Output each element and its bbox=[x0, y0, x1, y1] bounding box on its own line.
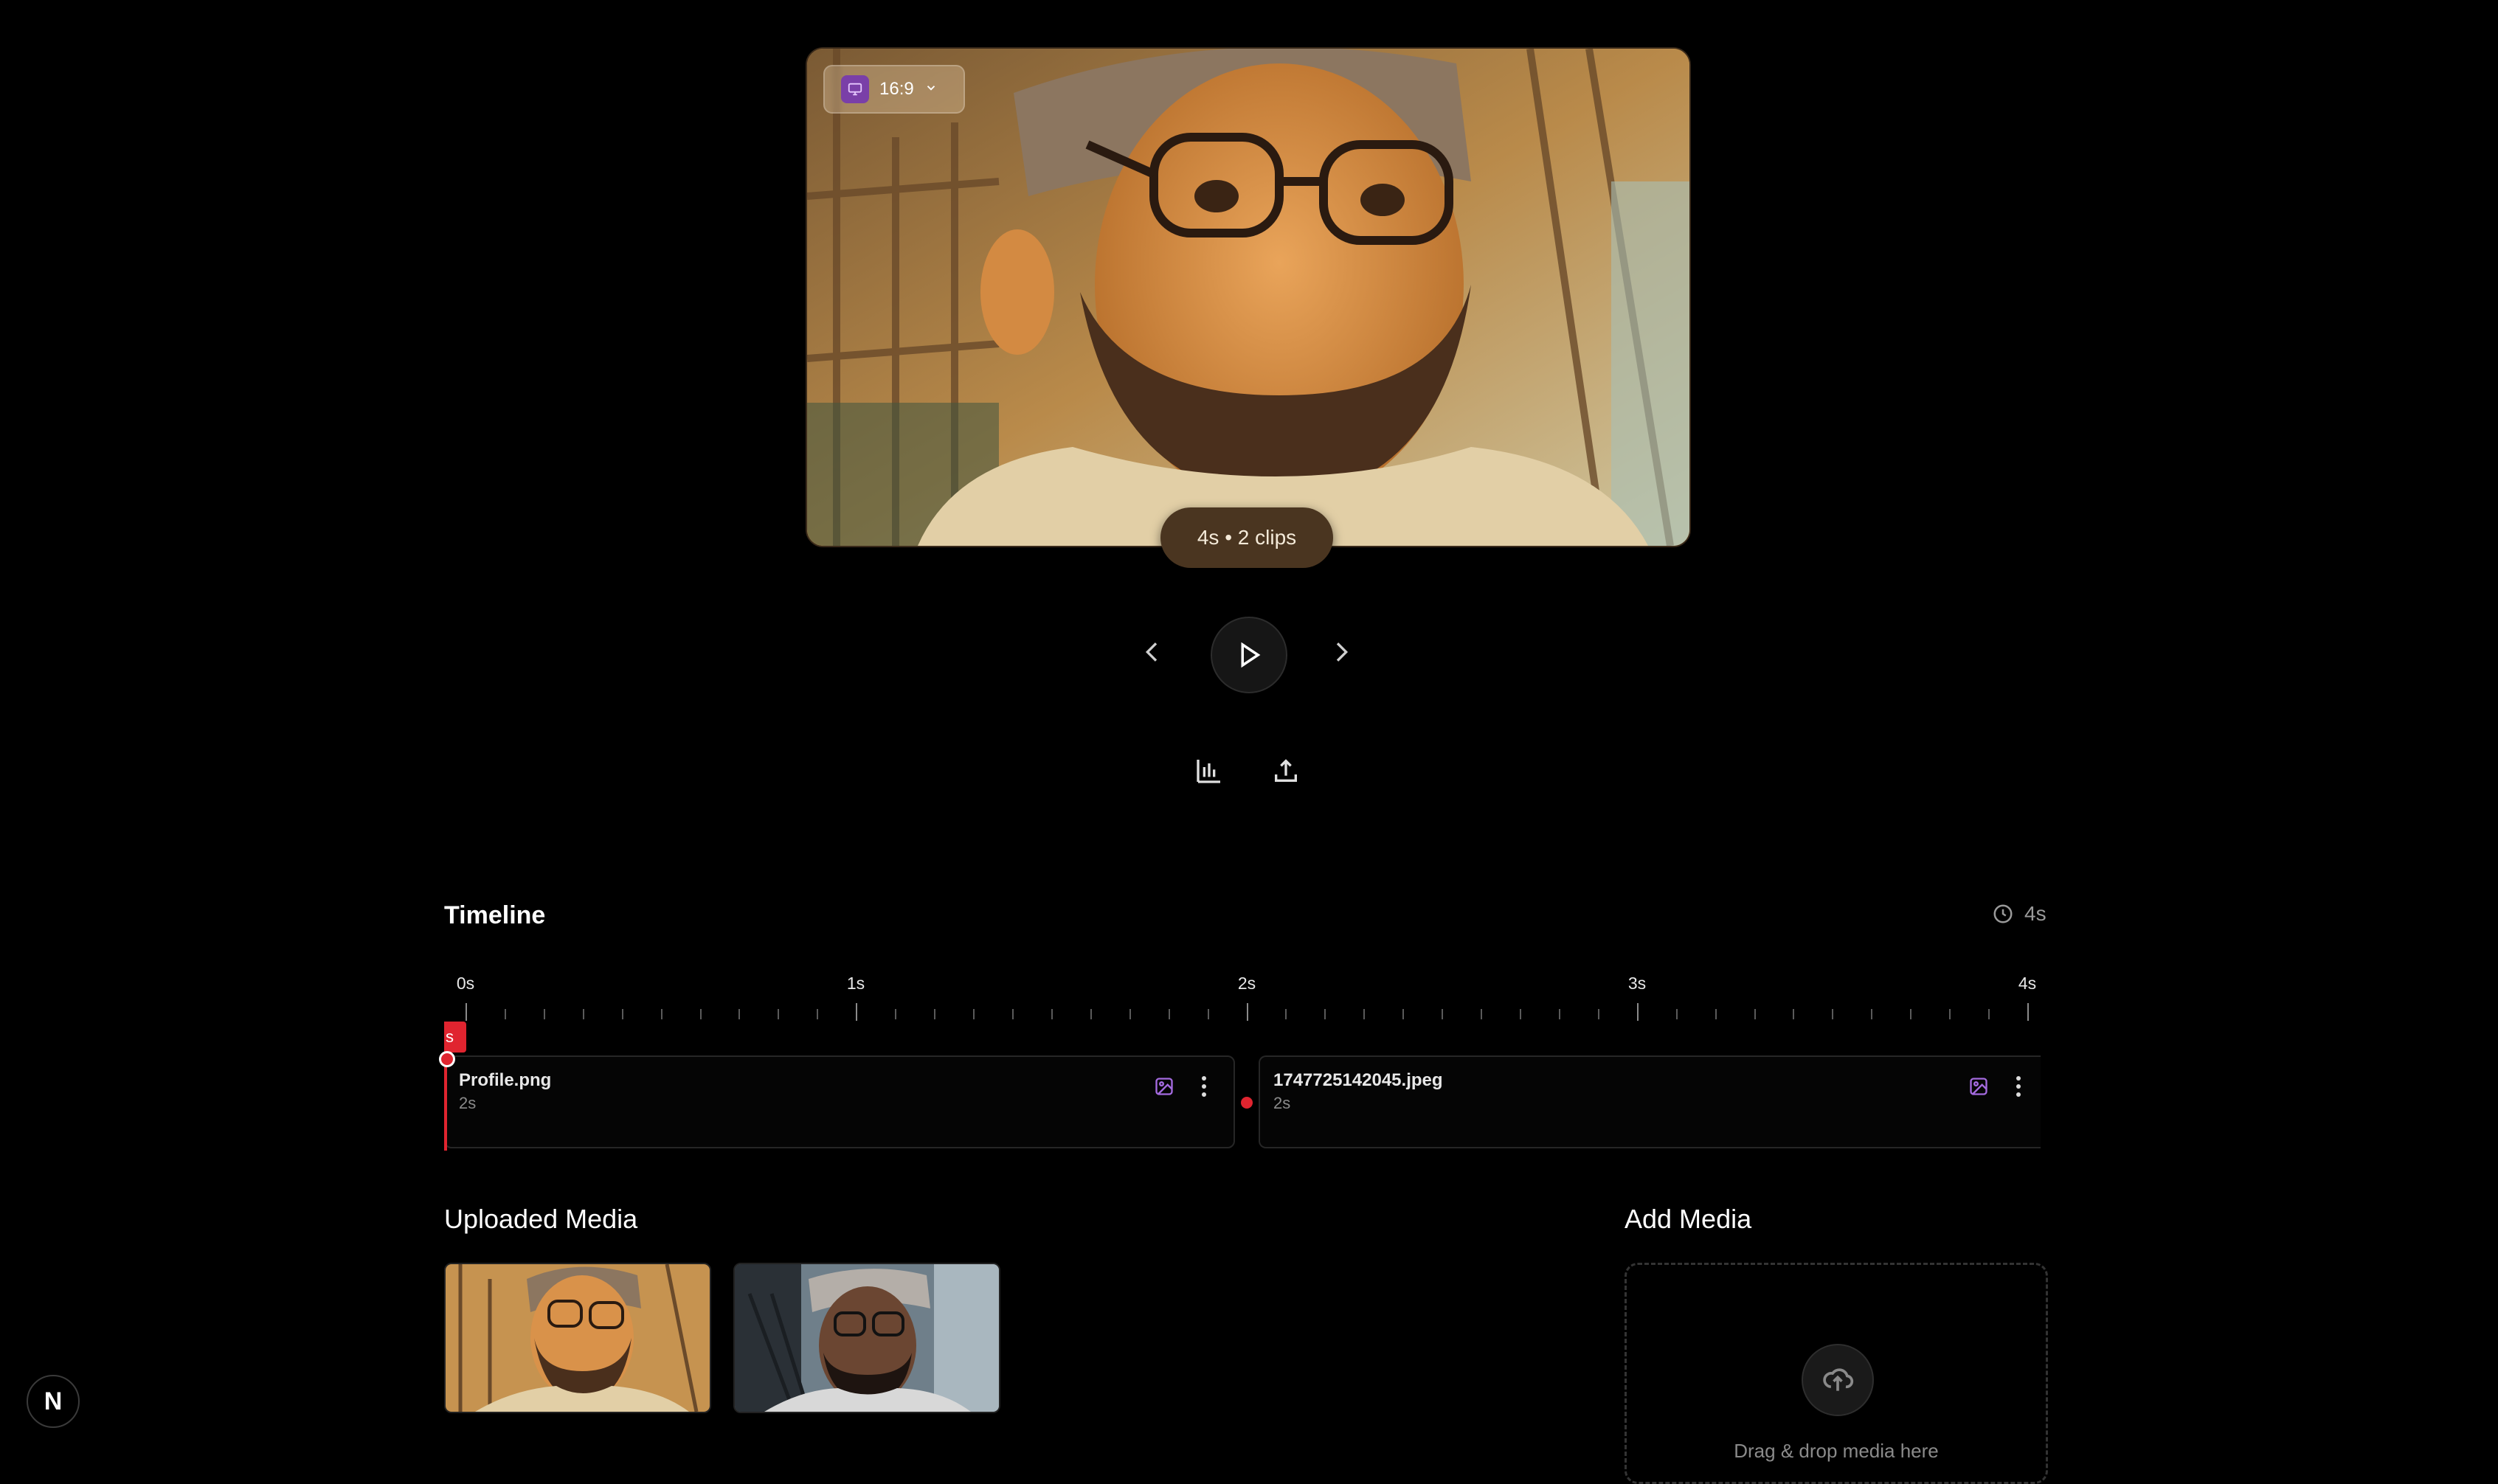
playhead-handle[interactable] bbox=[439, 1051, 455, 1067]
major-tick bbox=[466, 1003, 467, 1021]
next-button[interactable] bbox=[1324, 634, 1359, 670]
cloud-upload-icon bbox=[1823, 1368, 1854, 1391]
media-thumbnail[interactable] bbox=[444, 1263, 711, 1413]
clip-duration: 2s bbox=[459, 1094, 477, 1112]
tick-label-3s: 3s bbox=[1627, 974, 1647, 993]
dropzone-text: Drag & drop media here bbox=[1734, 1440, 1939, 1462]
minor-tick bbox=[1754, 1009, 1756, 1019]
minor-tick bbox=[895, 1009, 897, 1019]
playhead-time-label: s bbox=[444, 1022, 466, 1053]
major-tick bbox=[1246, 1003, 1248, 1021]
clip-boundary-marker[interactable] bbox=[1241, 1097, 1253, 1109]
tick-label-2s: 2s bbox=[1237, 974, 1256, 993]
tick-label-4s: 4s bbox=[2018, 974, 2037, 993]
more-options-icon[interactable] bbox=[1192, 1073, 1216, 1100]
bar-chart-icon bbox=[1197, 760, 1220, 783]
add-media-title: Add Media bbox=[1625, 1204, 1752, 1234]
minor-tick bbox=[1558, 1009, 1560, 1019]
minor-tick bbox=[1402, 1009, 1405, 1019]
minor-tick bbox=[1793, 1009, 1795, 1019]
minor-tick bbox=[1442, 1009, 1444, 1019]
minor-tick bbox=[817, 1009, 819, 1019]
image-icon bbox=[1967, 1075, 1990, 1098]
timeline-clip[interactable]: 1747725142045.jpeg 2s bbox=[1259, 1055, 2041, 1148]
clip-name: 1747725142045.jpeg bbox=[1273, 1070, 1443, 1090]
minor-tick bbox=[1363, 1009, 1366, 1019]
minor-tick bbox=[1715, 1009, 1717, 1019]
minor-tick bbox=[1051, 1009, 1053, 1019]
tick-label-0s: 0s bbox=[456, 974, 475, 993]
thumbnail-image bbox=[735, 1264, 999, 1412]
tick-label-1s: 1s bbox=[846, 974, 865, 993]
aspect-ratio-label: 16:9 bbox=[879, 79, 914, 99]
monitor-icon bbox=[841, 75, 869, 103]
media-thumbnail[interactable] bbox=[733, 1263, 1000, 1413]
minor-tick bbox=[1988, 1009, 1990, 1019]
timeline-duration: 4s bbox=[1992, 902, 2047, 926]
previous-button[interactable] bbox=[1135, 634, 1170, 670]
minor-tick bbox=[1168, 1009, 1170, 1019]
image-icon bbox=[1152, 1075, 1176, 1098]
upload-button[interactable] bbox=[1802, 1344, 1874, 1416]
minor-tick bbox=[621, 1009, 623, 1019]
minor-tick bbox=[660, 1009, 662, 1019]
minor-tick bbox=[543, 1009, 545, 1019]
minor-tick bbox=[1011, 1009, 1014, 1019]
minor-tick bbox=[1285, 1009, 1287, 1019]
chevron-down-icon bbox=[924, 81, 938, 98]
minor-tick bbox=[1871, 1009, 1873, 1019]
major-tick bbox=[856, 1003, 858, 1021]
play-button[interactable] bbox=[1211, 617, 1287, 693]
more-options-icon[interactable] bbox=[2007, 1073, 2030, 1100]
clip-summary-pill: 4s • 2 clips bbox=[1160, 507, 1333, 568]
minor-tick bbox=[934, 1009, 936, 1019]
minor-tick bbox=[1519, 1009, 1521, 1019]
play-icon bbox=[1241, 642, 1261, 668]
minor-tick bbox=[1675, 1009, 1678, 1019]
export-button[interactable] bbox=[1267, 752, 1304, 789]
minor-tick bbox=[1832, 1009, 1834, 1019]
minor-tick bbox=[1090, 1009, 1092, 1019]
minor-tick bbox=[1949, 1009, 1951, 1019]
minor-tick bbox=[1129, 1009, 1131, 1019]
minor-tick bbox=[1324, 1009, 1326, 1019]
clock-icon bbox=[1993, 904, 2013, 923]
framework-badge[interactable]: N bbox=[27, 1375, 80, 1428]
aspect-ratio-dropdown[interactable]: 16:9 bbox=[823, 65, 965, 114]
minor-tick bbox=[1481, 1009, 1483, 1019]
minor-tick bbox=[973, 1009, 975, 1019]
minor-tick bbox=[1597, 1009, 1599, 1019]
upload-icon bbox=[1275, 759, 1297, 782]
minor-tick bbox=[1910, 1009, 1912, 1019]
total-duration-label: 4s bbox=[2024, 902, 2047, 925]
major-tick bbox=[1636, 1003, 1639, 1021]
clip-duration: 2s bbox=[1273, 1094, 1291, 1112]
preview-image bbox=[807, 49, 1689, 546]
minor-tick bbox=[504, 1009, 506, 1019]
clip-name: Profile.png bbox=[459, 1070, 552, 1090]
video-preview[interactable]: 16:9 bbox=[806, 47, 1691, 547]
audio-levels-button[interactable] bbox=[1191, 752, 1228, 789]
minor-tick bbox=[738, 1009, 741, 1019]
minor-tick bbox=[582, 1009, 584, 1019]
minor-tick bbox=[699, 1009, 702, 1019]
timeline-title: Timeline bbox=[444, 901, 546, 929]
thumbnail-image bbox=[446, 1264, 710, 1412]
timeline-clip[interactable]: Profile.png 2s bbox=[444, 1055, 1235, 1148]
major-tick bbox=[2027, 1003, 2029, 1021]
uploaded-media-title: Uploaded Media bbox=[444, 1204, 638, 1234]
minor-tick bbox=[1207, 1009, 1209, 1019]
minor-tick bbox=[778, 1009, 780, 1019]
